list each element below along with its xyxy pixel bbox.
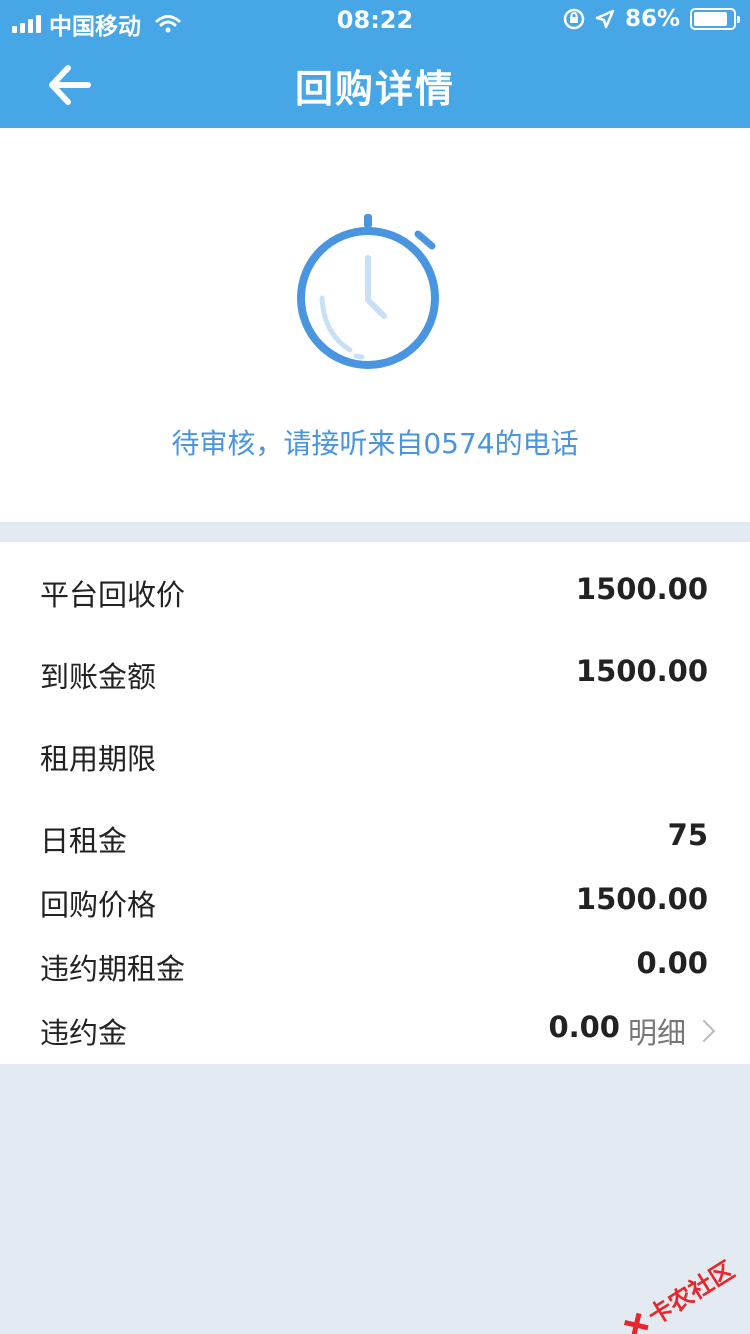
penalty-detail-link[interactable]: 明细 <box>627 1010 716 1052</box>
stopwatch-icon <box>297 214 439 369</box>
battery-percent: 86% <box>624 6 680 32</box>
status-card: 待审核，请接听来自0574的电话 <box>0 128 750 522</box>
detail-value: 1500.00 <box>575 882 708 916</box>
detail-label: 回购价格 <box>40 888 157 922</box>
detail-label: 租用期限 <box>40 742 157 776</box>
details-list: 平台回收价 1500.00 到账金额 1500.00 租用期限 日租金 75 回… <box>0 542 750 1064</box>
chevron-right-icon <box>692 1019 716 1043</box>
detail-row-overdue-rent: 违约期租金 0.00 <box>0 938 750 988</box>
detail-row-daily-rent: 日租金 75 <box>0 810 750 860</box>
detail-label: 违约期租金 <box>40 952 186 986</box>
rotation-lock-icon <box>563 8 585 30</box>
status-message: 待审核，请接听来自0574的电话 <box>171 427 579 460</box>
nav-bar: 回购详情 <box>0 40 750 128</box>
detail-label: 到账金额 <box>40 660 157 694</box>
detail-value: 1500.00 <box>575 572 708 606</box>
detail-row-received-amount: 到账金额 1500.00 <box>0 646 750 696</box>
detail-row-rental-term: 租用期限 <box>0 728 750 778</box>
detail-row-platform-price: 平台回收价 1500.00 <box>0 564 750 614</box>
detail-label: 违约金 <box>40 1016 128 1050</box>
status-bar-right: 86% <box>563 6 740 32</box>
detail-label: 平台回收价 <box>40 578 186 612</box>
detail-value: 75 <box>667 818 708 852</box>
detail-row-penalty[interactable]: 违约金 0.00 明细 <box>0 1002 750 1052</box>
detail-value: 0.00 <box>636 946 708 980</box>
status-bar: 中国移动 08:22 86% <box>0 0 750 40</box>
header: 中国移动 08:22 86% 回购详情 <box>0 0 750 128</box>
watermark-text: 卡农社区 <box>643 1255 740 1331</box>
detail-label: 日租金 <box>40 824 128 858</box>
detail-value: 1500.00 <box>575 654 708 688</box>
location-arrow-icon <box>595 9 615 29</box>
page-title: 回购详情 <box>294 67 455 111</box>
detail-link-label: 明细 <box>627 1016 686 1050</box>
detail-row-buyback-price: 回购价格 1500.00 <box>0 874 750 924</box>
watermark: 卡农社区 <box>616 1251 740 1334</box>
detail-value: 0.00 <box>548 1010 620 1044</box>
battery-icon <box>690 8 740 30</box>
